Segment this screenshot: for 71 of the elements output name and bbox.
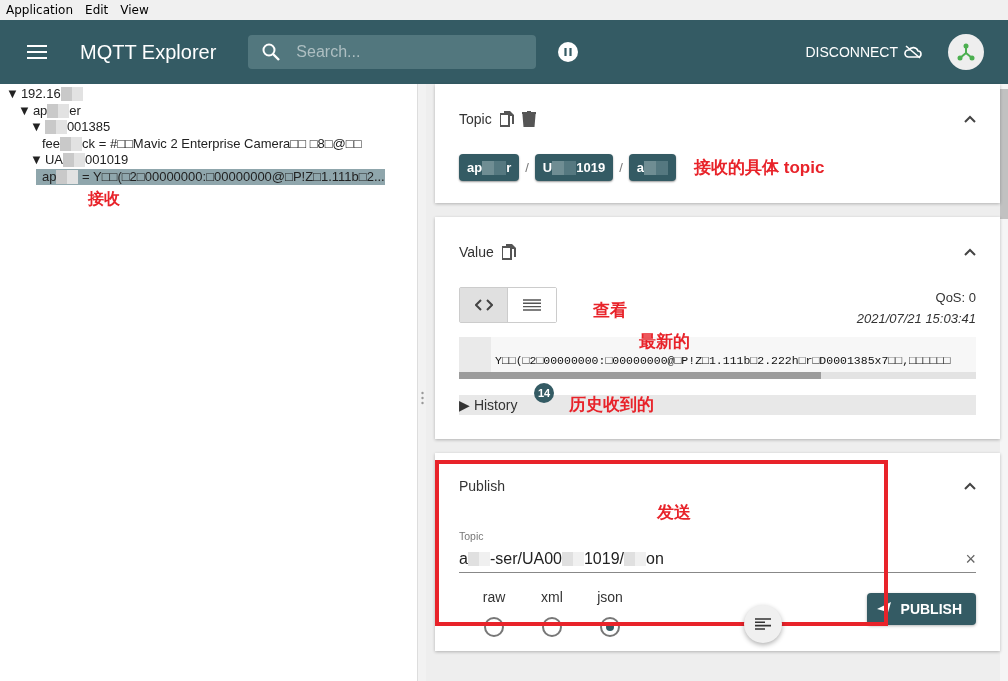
search-field[interactable]: Search... (248, 35, 537, 69)
tree-item[interactable]: ▼ 001385 (24, 119, 111, 136)
view-toggle[interactable] (460, 288, 508, 322)
tree-item[interactable]: fee ck = #□□Mavic 2 Enterprise Camera□□ □8□@□□ (36, 135, 362, 152)
format-radio[interactable]: raw (465, 589, 523, 637)
card-title: Publish (459, 478, 505, 494)
field-label: Topic (458, 529, 485, 542)
format-button[interactable] (744, 605, 782, 643)
list-icon (523, 299, 541, 311)
annotation-text: 查看 (593, 300, 627, 322)
tree-item[interactable]: ▼ap er (12, 102, 81, 119)
topic-field[interactable]: a -ser/UA00 1019/ on × (459, 546, 976, 573)
blur-patch (44, 120, 67, 135)
blur-patch (552, 160, 577, 175)
clear-button[interactable]: × (965, 548, 976, 570)
annotation-text: 接收的具体 topic (694, 157, 825, 179)
line-gutter (459, 337, 491, 372)
blur-patch (482, 160, 507, 175)
blur-patch (561, 552, 584, 566)
annotation-text: 发送 (656, 502, 691, 524)
tree-item[interactable]: ▼UA 001019 (24, 152, 129, 169)
blur-patch (62, 153, 85, 168)
blur-patch (60, 87, 83, 102)
code-icon (474, 299, 493, 311)
network-icon (956, 42, 976, 62)
annotation-text: 历史收到的 (569, 394, 654, 416)
copy-icon[interactable] (501, 244, 516, 260)
menu-item[interactable]: Edit (85, 3, 109, 17)
annotation-text: 接收 (88, 189, 120, 209)
menu-item[interactable]: View (120, 3, 149, 17)
avatar-button[interactable] (948, 34, 984, 70)
collapse-icon[interactable] (964, 115, 976, 123)
copy-icon[interactable] (499, 111, 514, 127)
tree-item[interactable]: ap = Y□□(□2□00000000:□00000000@□P!Z□1.111b□2... (36, 168, 385, 185)
disconnect-button[interactable]: DISCONNECT (799, 38, 928, 66)
topic-chip[interactable]: a (628, 154, 677, 181)
menu-item[interactable]: Application (6, 3, 74, 17)
card-title: Topic (459, 111, 492, 127)
tree-item[interactable]: ▼192.16 (0, 86, 83, 103)
format-radio[interactable]: xml (523, 589, 581, 637)
qos-label: QoS: 0 (934, 289, 976, 307)
payload-text: Y□□(□2□00000000:□00000000@□P!Z□1.111b□2.222h□r□D0001385x7□□,□□□□□□ (495, 354, 951, 368)
card-title: Value (459, 244, 494, 260)
search-icon (262, 43, 281, 61)
publish-button[interactable]: PUBLISH (866, 593, 976, 625)
annotation-text: 最新的 (639, 332, 690, 352)
blur-patch (467, 552, 490, 566)
blur-patch (60, 136, 83, 151)
path-separator: / (525, 160, 529, 175)
blur-patch (56, 169, 79, 184)
count-badge: 14 (534, 383, 554, 403)
align-left-icon (755, 618, 771, 630)
blur-patch (644, 160, 669, 175)
blur-patch (624, 552, 646, 566)
collapse-icon[interactable] (964, 248, 976, 256)
timestamp: 2021/07/21 15:03:41 (856, 310, 976, 328)
collapse-icon[interactable] (964, 482, 976, 490)
trash-icon[interactable] (521, 111, 536, 127)
pause-icon[interactable] (557, 41, 580, 63)
format-radio[interactable]: json (581, 589, 639, 637)
topic-chip[interactable]: ap r (459, 154, 520, 181)
scrollbar[interactable] (1000, 84, 1008, 681)
topic-chip[interactable]: U 1019 (534, 154, 614, 181)
blur-patch (47, 103, 70, 118)
history-toggle[interactable]: ▶ History (459, 397, 518, 413)
path-separator: / (619, 160, 623, 175)
drag-handle-icon[interactable] (420, 391, 424, 405)
cloud-off-icon (904, 45, 922, 59)
scrollbar[interactable] (459, 372, 976, 379)
menu-icon[interactable] (27, 45, 47, 59)
app-title: MQTT Explorer (80, 40, 217, 64)
